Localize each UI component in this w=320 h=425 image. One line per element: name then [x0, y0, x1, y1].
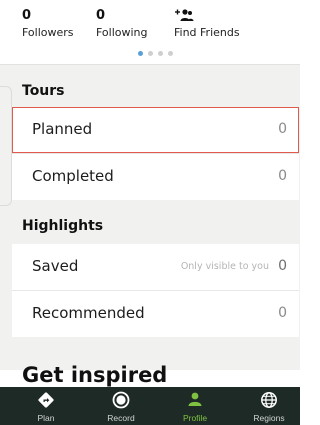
tours-planned-row[interactable]: Planned 0 — [12, 107, 299, 153]
pagination-dot[interactable] — [148, 51, 153, 56]
tours-card: Planned 0 Completed 0 — [12, 107, 299, 200]
plan-icon — [38, 392, 54, 408]
saved-count: 0 — [278, 258, 287, 274]
pagination-dot[interactable] — [158, 51, 163, 56]
nav-record-label: Record — [107, 413, 135, 423]
side-drawer-handle[interactable] — [0, 86, 12, 206]
completed-label: Completed — [32, 167, 114, 185]
nav-plan-label: Plan — [37, 413, 55, 423]
bottom-navigation: Plan Record Profile Regions — [0, 387, 300, 425]
followers-count: 0 — [22, 8, 32, 23]
profile-icon — [188, 392, 202, 406]
completed-count: 0 — [278, 168, 287, 184]
record-icon — [112, 391, 130, 409]
nav-record[interactable]: Record — [91, 387, 151, 425]
nav-plan[interactable]: Plan — [16, 387, 76, 425]
following-label: Following — [96, 26, 148, 39]
highlights-saved-row[interactable]: Saved Only visible to you 0 — [12, 244, 299, 290]
recommended-label: Recommended — [32, 304, 145, 322]
pagination-dot[interactable] — [168, 51, 173, 56]
nav-profile[interactable]: Profile — [165, 387, 225, 425]
pagination-dot-active[interactable] — [138, 51, 143, 56]
followers-stat[interactable]: 0 Followers — [22, 8, 74, 40]
saved-label: Saved — [32, 257, 79, 275]
profile-stats: 0 Followers 0 Following Find Friends — [0, 0, 300, 64]
find-friends-label: Find Friends — [174, 26, 240, 39]
globe-icon — [261, 392, 277, 408]
recommended-count: 0 — [278, 305, 287, 321]
visibility-note: Only visible to you — [180, 261, 269, 272]
find-friends-button[interactable]: Find Friends — [174, 8, 240, 40]
following-stat[interactable]: 0 Following — [96, 8, 148, 40]
highlights-card: Saved Only visible to you 0 Recommended … — [12, 244, 299, 337]
highlights-recommended-row[interactable]: Recommended 0 — [12, 291, 299, 337]
highlights-heading: Highlights — [22, 218, 104, 234]
tours-completed-row[interactable]: Completed 0 — [12, 154, 299, 200]
following-count: 0 — [96, 8, 106, 23]
nav-regions[interactable]: Regions — [239, 387, 299, 425]
divider — [0, 64, 300, 65]
planned-label: Planned — [32, 120, 93, 138]
nav-regions-label: Regions — [253, 413, 285, 423]
add-friends-icon — [175, 9, 194, 21]
followers-label: Followers — [22, 26, 74, 39]
get-inspired-heading: Get inspired — [22, 363, 168, 387]
planned-count: 0 — [278, 121, 287, 137]
nav-profile-label: Profile — [182, 413, 208, 423]
tours-heading: Tours — [22, 83, 65, 99]
